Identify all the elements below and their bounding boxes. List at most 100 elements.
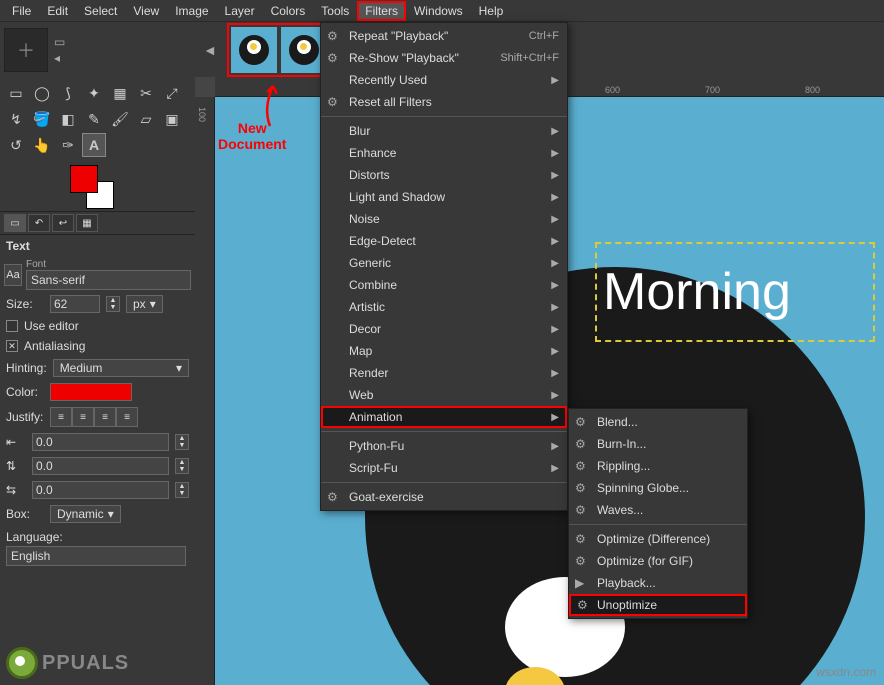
menu-enhance[interactable]: Enhance▶ [321,142,567,164]
tool-pencil[interactable]: ✎ [82,107,106,131]
menu-render[interactable]: Render▶ [321,362,567,384]
fg-color-swatch[interactable] [70,165,98,193]
submenu-optimize-diff[interactable]: ⚙Optimize (Difference) [569,528,747,550]
menu-generic[interactable]: Generic▶ [321,252,567,274]
menu-reshow[interactable]: ⚙Re-Show "Playback"Shift+Ctrl+F [321,47,567,69]
line-spinner[interactable]: ▲▼ [175,458,189,474]
tool-heal[interactable]: ↺ [4,133,28,157]
indent-spinner[interactable]: ▲▼ [175,434,189,450]
filters-menu: ⚙Repeat "Playback"Ctrl+F ⚙Re-Show "Playb… [320,22,568,511]
menu-windows[interactable]: Windows [406,1,471,21]
submenu-burn-in[interactable]: ⚙Burn-In... [569,433,747,455]
gear-icon: ⚙ [575,503,586,517]
tool-brush[interactable]: 🖌 [108,107,132,131]
doc-tab-1[interactable] [231,27,277,73]
font-input[interactable] [26,270,191,290]
menu-decor[interactable]: Decor▶ [321,318,567,340]
brush-swatch[interactable]: ＋ [4,28,48,72]
tool-path[interactable]: ✑ [56,133,80,157]
menu-web[interactable]: Web▶ [321,384,567,406]
font-preview[interactable]: Aa [4,264,22,286]
indent-input[interactable] [32,433,169,451]
menu-artistic[interactable]: Artistic▶ [321,296,567,318]
menu-python-fu[interactable]: Python-Fu▶ [321,435,567,457]
menu-select[interactable]: Select [76,1,125,21]
dock-tab-device[interactable]: ↶ [28,214,50,232]
menu-file[interactable]: File [4,1,39,21]
menu-separator [321,482,567,483]
menu-map[interactable]: Map▶ [321,340,567,362]
menu-animation[interactable]: Animation▶ [321,406,567,428]
box-dropdown[interactable]: Dynamic▾ [50,505,121,523]
tool-clone[interactable]: ▣ [160,107,184,131]
color-swatches [0,161,195,211]
text-color-swatch[interactable] [50,383,132,401]
antialias-checkbox[interactable]: ✕ [6,340,18,352]
tool-rect-select[interactable]: ▭ [4,81,28,105]
menu-blur[interactable]: Blur▶ [321,120,567,142]
submenu-waves[interactable]: ⚙Waves... [569,499,747,521]
dock-tab-image[interactable]: ▦ [76,214,98,232]
gear-icon: ⚙ [327,51,338,65]
submenu-spinning-globe[interactable]: ⚙Spinning Globe... [569,477,747,499]
panel-title: Text [0,235,195,257]
indent-icon: ⇤ [6,435,26,449]
submenu-rippling[interactable]: ⚙Rippling... [569,455,747,477]
menu-script-fu[interactable]: Script-Fu▶ [321,457,567,479]
menu-distorts[interactable]: Distorts▶ [321,164,567,186]
menu-icon[interactable]: ◂ [54,51,65,65]
size-unit[interactable]: px▾ [126,295,163,313]
menu-repeat[interactable]: ⚙Repeat "Playback"Ctrl+F [321,25,567,47]
letter-spinner[interactable]: ▲▼ [175,482,189,498]
justify-center[interactable]: ≡ [94,407,116,427]
menu-combine[interactable]: Combine▶ [321,274,567,296]
justify-fill[interactable]: ≡ [116,407,138,427]
tab-prev-icon[interactable]: ◄ [197,42,223,58]
tool-text[interactable]: A [82,133,106,157]
menu-reset-filters[interactable]: ⚙Reset all Filters [321,91,567,113]
menu-goat-exercise[interactable]: ⚙Goat-exercise [321,486,567,508]
tool-move[interactable]: ↯ [4,107,28,131]
menu-noise[interactable]: Noise▶ [321,208,567,230]
text-selection[interactable]: Morning [595,242,875,342]
menu-recently-used[interactable]: Recently Used▶ [321,69,567,91]
submenu-blend[interactable]: ⚙Blend... [569,411,747,433]
tool-fuzzy-select[interactable]: ✦ [82,81,106,105]
size-spinner[interactable]: ▲▼ [106,296,120,312]
tool-color-select[interactable]: ▦ [108,81,132,105]
language-input[interactable] [6,546,186,566]
menu-tools[interactable]: Tools [313,1,357,21]
menu-view[interactable]: View [125,1,167,21]
dock-tab-tool-options[interactable]: ▭ [4,214,26,232]
tool-gradient[interactable]: ◧ [56,107,80,131]
tool-ellipse-select[interactable]: ◯ [30,81,54,105]
menu-image[interactable]: Image [167,1,216,21]
submenu-playback[interactable]: ▶Playback... [569,572,747,594]
justify-left[interactable]: ≡ [50,407,72,427]
menu-colors[interactable]: Colors [263,1,314,21]
gear-icon: ⚙ [577,598,588,612]
zoom-out-icon[interactable]: ▭ [54,35,65,49]
justify-right[interactable]: ≡ [72,407,94,427]
tool-bucket[interactable]: 🪣 [30,107,54,131]
menu-light-shadow[interactable]: Light and Shadow▶ [321,186,567,208]
line-spacing-input[interactable] [32,457,169,475]
dock-tab-undo[interactable]: ↩ [52,214,74,232]
submenu-optimize-gif[interactable]: ⚙Optimize (for GIF) [569,550,747,572]
letter-spacing-input[interactable] [32,481,169,499]
play-icon: ▶ [575,576,584,590]
tool-eraser[interactable]: ▱ [134,107,158,131]
use-editor-checkbox[interactable] [6,320,18,332]
menu-layer[interactable]: Layer [217,1,263,21]
tool-free-select[interactable]: ⟆ [56,81,80,105]
menu-edit[interactable]: Edit [39,1,76,21]
tool-crop[interactable]: ✂ [134,81,158,105]
hinting-dropdown[interactable]: Medium▾ [53,359,189,377]
menu-edge-detect[interactable]: Edge-Detect▶ [321,230,567,252]
menu-filters[interactable]: Filters [357,1,406,21]
menu-help[interactable]: Help [471,1,512,21]
submenu-unoptimize[interactable]: ⚙Unoptimize [569,594,747,616]
tool-smudge[interactable]: 👆 [30,133,54,157]
tool-transform[interactable]: ⤢ [160,81,184,105]
size-input[interactable] [50,295,100,313]
